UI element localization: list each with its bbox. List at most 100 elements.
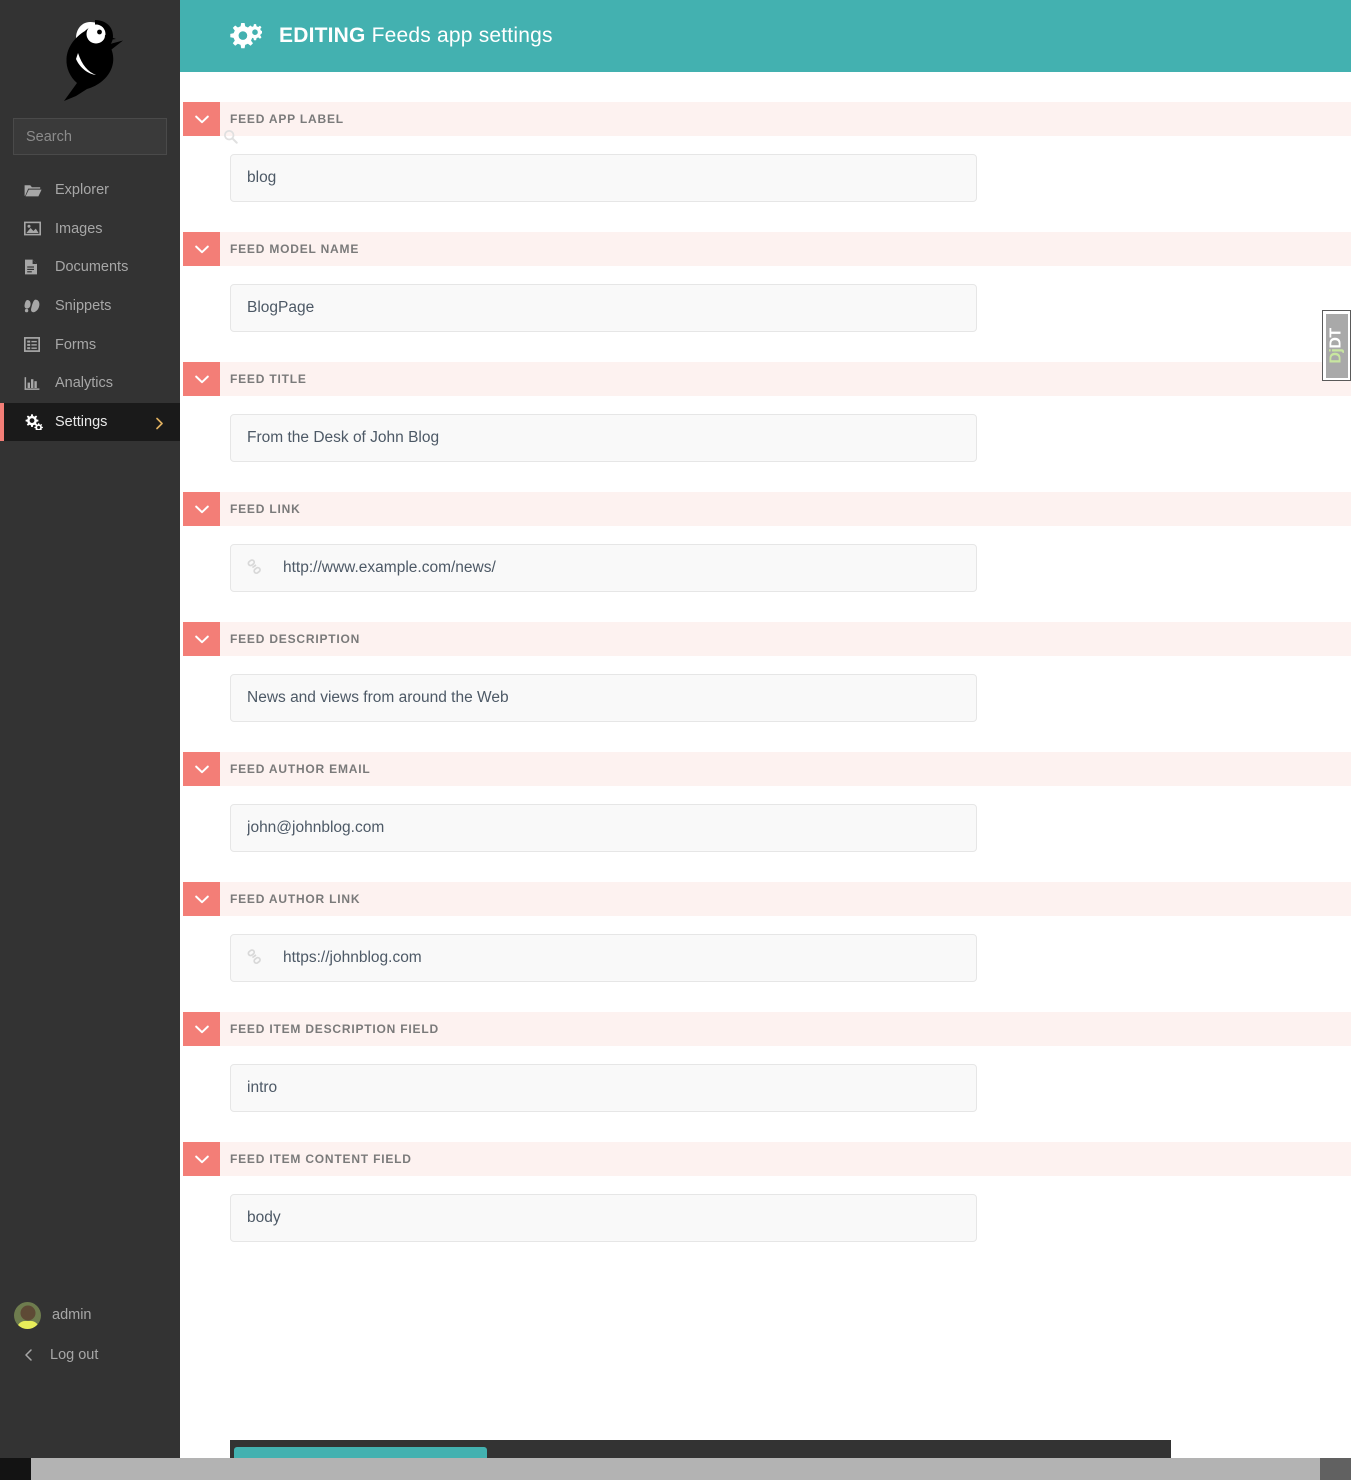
gears-icon xyxy=(24,413,44,431)
input-container xyxy=(230,674,977,722)
field-feed-app-label: Feed app label xyxy=(180,102,1351,232)
collapse-toggle[interactable] xyxy=(183,362,220,396)
sidebar: Explorer Images xyxy=(0,0,238,1480)
sidebar-item-settings[interactable]: Settings xyxy=(0,402,180,442)
sidebar-item-label: Settings xyxy=(55,413,108,430)
input-container xyxy=(230,1194,977,1242)
search-button[interactable] xyxy=(223,119,238,154)
field-legend: Feed link xyxy=(230,502,301,516)
collapse-toggle[interactable] xyxy=(183,492,220,526)
search-box[interactable] xyxy=(13,118,238,155)
main-content: EDITING Feeds app settings Feed app labe… xyxy=(180,0,1351,1480)
horizontal-scrollbar[interactable] xyxy=(0,1458,1351,1480)
snippet-icon xyxy=(24,298,44,315)
field-feed-item-content-field: Feed item content field xyxy=(180,1142,1351,1272)
field-header: Feed author link xyxy=(183,882,1351,916)
input-container xyxy=(230,284,977,332)
page-title-prefix: EDITING xyxy=(279,24,366,47)
field-input-wrap xyxy=(180,136,1351,232)
field-header: Feed title xyxy=(183,362,1351,396)
chevron-down-icon xyxy=(194,245,209,253)
djdt-label: DjDT xyxy=(1328,328,1346,363)
feed-item-description-field-input[interactable] xyxy=(231,1065,976,1111)
settings-form: Feed app label Feed model name Feed title F… xyxy=(180,72,1351,1272)
input-container xyxy=(230,154,977,202)
collapse-toggle[interactable] xyxy=(183,1012,220,1046)
feed-link-input[interactable] xyxy=(231,545,976,591)
chevron-down-icon xyxy=(194,505,209,513)
feed-app-label-input[interactable] xyxy=(231,155,976,201)
folder-icon xyxy=(24,182,44,199)
chevron-left-icon xyxy=(24,1349,42,1361)
account-menu[interactable]: admin xyxy=(0,1295,180,1335)
django-debug-toolbar-handle[interactable]: DjDT xyxy=(1322,310,1351,381)
field-feed-title: Feed title xyxy=(180,362,1351,492)
sidebar-item-forms[interactable]: Forms xyxy=(0,325,180,364)
feed-title-input[interactable] xyxy=(231,415,976,461)
search-icon xyxy=(223,129,238,144)
field-header: Feed link xyxy=(183,492,1351,526)
field-feed-link: Feed link xyxy=(180,492,1351,622)
page-title: EDITING Feeds app settings xyxy=(279,24,553,48)
input-container xyxy=(230,414,977,462)
sidebar-item-label: Snippets xyxy=(55,298,112,315)
chevron-down-icon xyxy=(194,765,209,773)
search-input[interactable] xyxy=(14,128,223,145)
field-legend: Feed item description field xyxy=(230,1022,439,1036)
sidebar-item-label: Forms xyxy=(55,336,97,353)
field-input-wrap xyxy=(180,526,1351,622)
field-legend: Feed description xyxy=(230,632,361,646)
djdt-inner: DjDT xyxy=(1325,313,1348,378)
field-feed-item-description-field: Feed item description field xyxy=(180,1012,1351,1142)
collapse-toggle[interactable] xyxy=(183,622,220,656)
input-container xyxy=(230,544,977,592)
input-container xyxy=(230,934,977,982)
sidebar-item-label: Images xyxy=(55,220,103,237)
scrollbar-thumb[interactable] xyxy=(31,1458,1320,1480)
feed-item-content-field-input[interactable] xyxy=(231,1195,976,1241)
logout-label: Log out xyxy=(50,1347,99,1363)
collapse-toggle[interactable] xyxy=(183,882,220,916)
input-container xyxy=(230,804,977,852)
logout-button[interactable]: Log out xyxy=(0,1335,180,1375)
field-feed-author-link: Feed author link xyxy=(180,882,1351,1012)
account-username: admin xyxy=(52,1307,92,1323)
field-feed-description: Feed description xyxy=(180,622,1351,752)
sidebar-footer: admin Log out xyxy=(0,1295,180,1480)
field-header: Feed model name xyxy=(183,232,1351,266)
logo[interactable] xyxy=(0,0,180,118)
feed-description-input[interactable] xyxy=(231,675,976,721)
sidebar-item-explorer[interactable]: Explorer xyxy=(0,171,180,210)
collapse-toggle[interactable] xyxy=(183,1142,220,1176)
djdt-label-prefix: Dj xyxy=(1327,348,1345,364)
collapse-toggle[interactable] xyxy=(183,752,220,786)
collapse-toggle[interactable] xyxy=(183,232,220,266)
field-input-wrap xyxy=(180,656,1351,752)
image-icon xyxy=(24,220,44,237)
field-feed-model-name: Feed model name xyxy=(180,232,1351,362)
field-feed-author-email: Feed author email xyxy=(180,752,1351,882)
chevron-down-icon xyxy=(194,1025,209,1033)
sidebar-nav: Explorer Images Documents Snippets Forms… xyxy=(0,171,180,442)
field-header: Feed item description field xyxy=(183,1012,1351,1046)
gears-icon xyxy=(230,22,262,50)
document-icon xyxy=(24,259,44,276)
feed-model-name-input[interactable] xyxy=(231,285,976,331)
field-legend: Feed item content field xyxy=(230,1152,412,1166)
field-input-wrap xyxy=(180,786,1351,882)
page-header: EDITING Feeds app settings xyxy=(180,0,1351,72)
sidebar-item-snippets[interactable]: Snippets xyxy=(0,287,180,326)
sidebar-item-documents[interactable]: Documents xyxy=(0,248,180,287)
field-legend: Feed model name xyxy=(230,242,360,256)
feed-author-link-input[interactable] xyxy=(231,935,976,981)
page-title-text: Feeds app settings xyxy=(371,24,553,47)
chevron-down-icon xyxy=(194,635,209,643)
field-input-wrap xyxy=(180,916,1351,1012)
field-input-wrap xyxy=(180,1046,1351,1142)
form-icon xyxy=(24,336,44,353)
sidebar-item-label: Analytics xyxy=(55,375,114,392)
sidebar-item-analytics[interactable]: Analytics xyxy=(0,364,180,403)
field-legend: Feed author email xyxy=(230,762,371,776)
feed-author-email-input[interactable] xyxy=(231,805,976,851)
sidebar-item-images[interactable]: Images xyxy=(0,210,180,249)
